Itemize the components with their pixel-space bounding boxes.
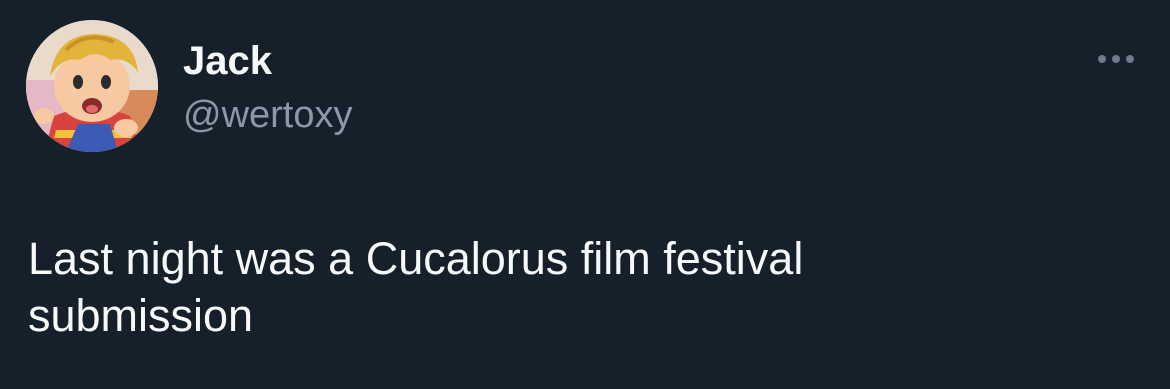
- tweet-card: Jack @wertoxy Last night was a Cucalorus…: [0, 0, 1170, 389]
- more-options-button[interactable]: [1086, 44, 1146, 74]
- author-display-name[interactable]: Jack: [183, 38, 272, 84]
- more-horizontal-icon-dot: [1112, 55, 1120, 63]
- avatar-cartoon-boy-icon: [26, 20, 158, 152]
- author-handle[interactable]: @wertoxy: [183, 93, 353, 137]
- tweet-text: Last night was a Cucalorus film festival…: [28, 233, 804, 341]
- more-horizontal-icon: [1098, 55, 1106, 63]
- avatar[interactable]: [26, 20, 158, 152]
- more-horizontal-icon-dot: [1126, 55, 1134, 63]
